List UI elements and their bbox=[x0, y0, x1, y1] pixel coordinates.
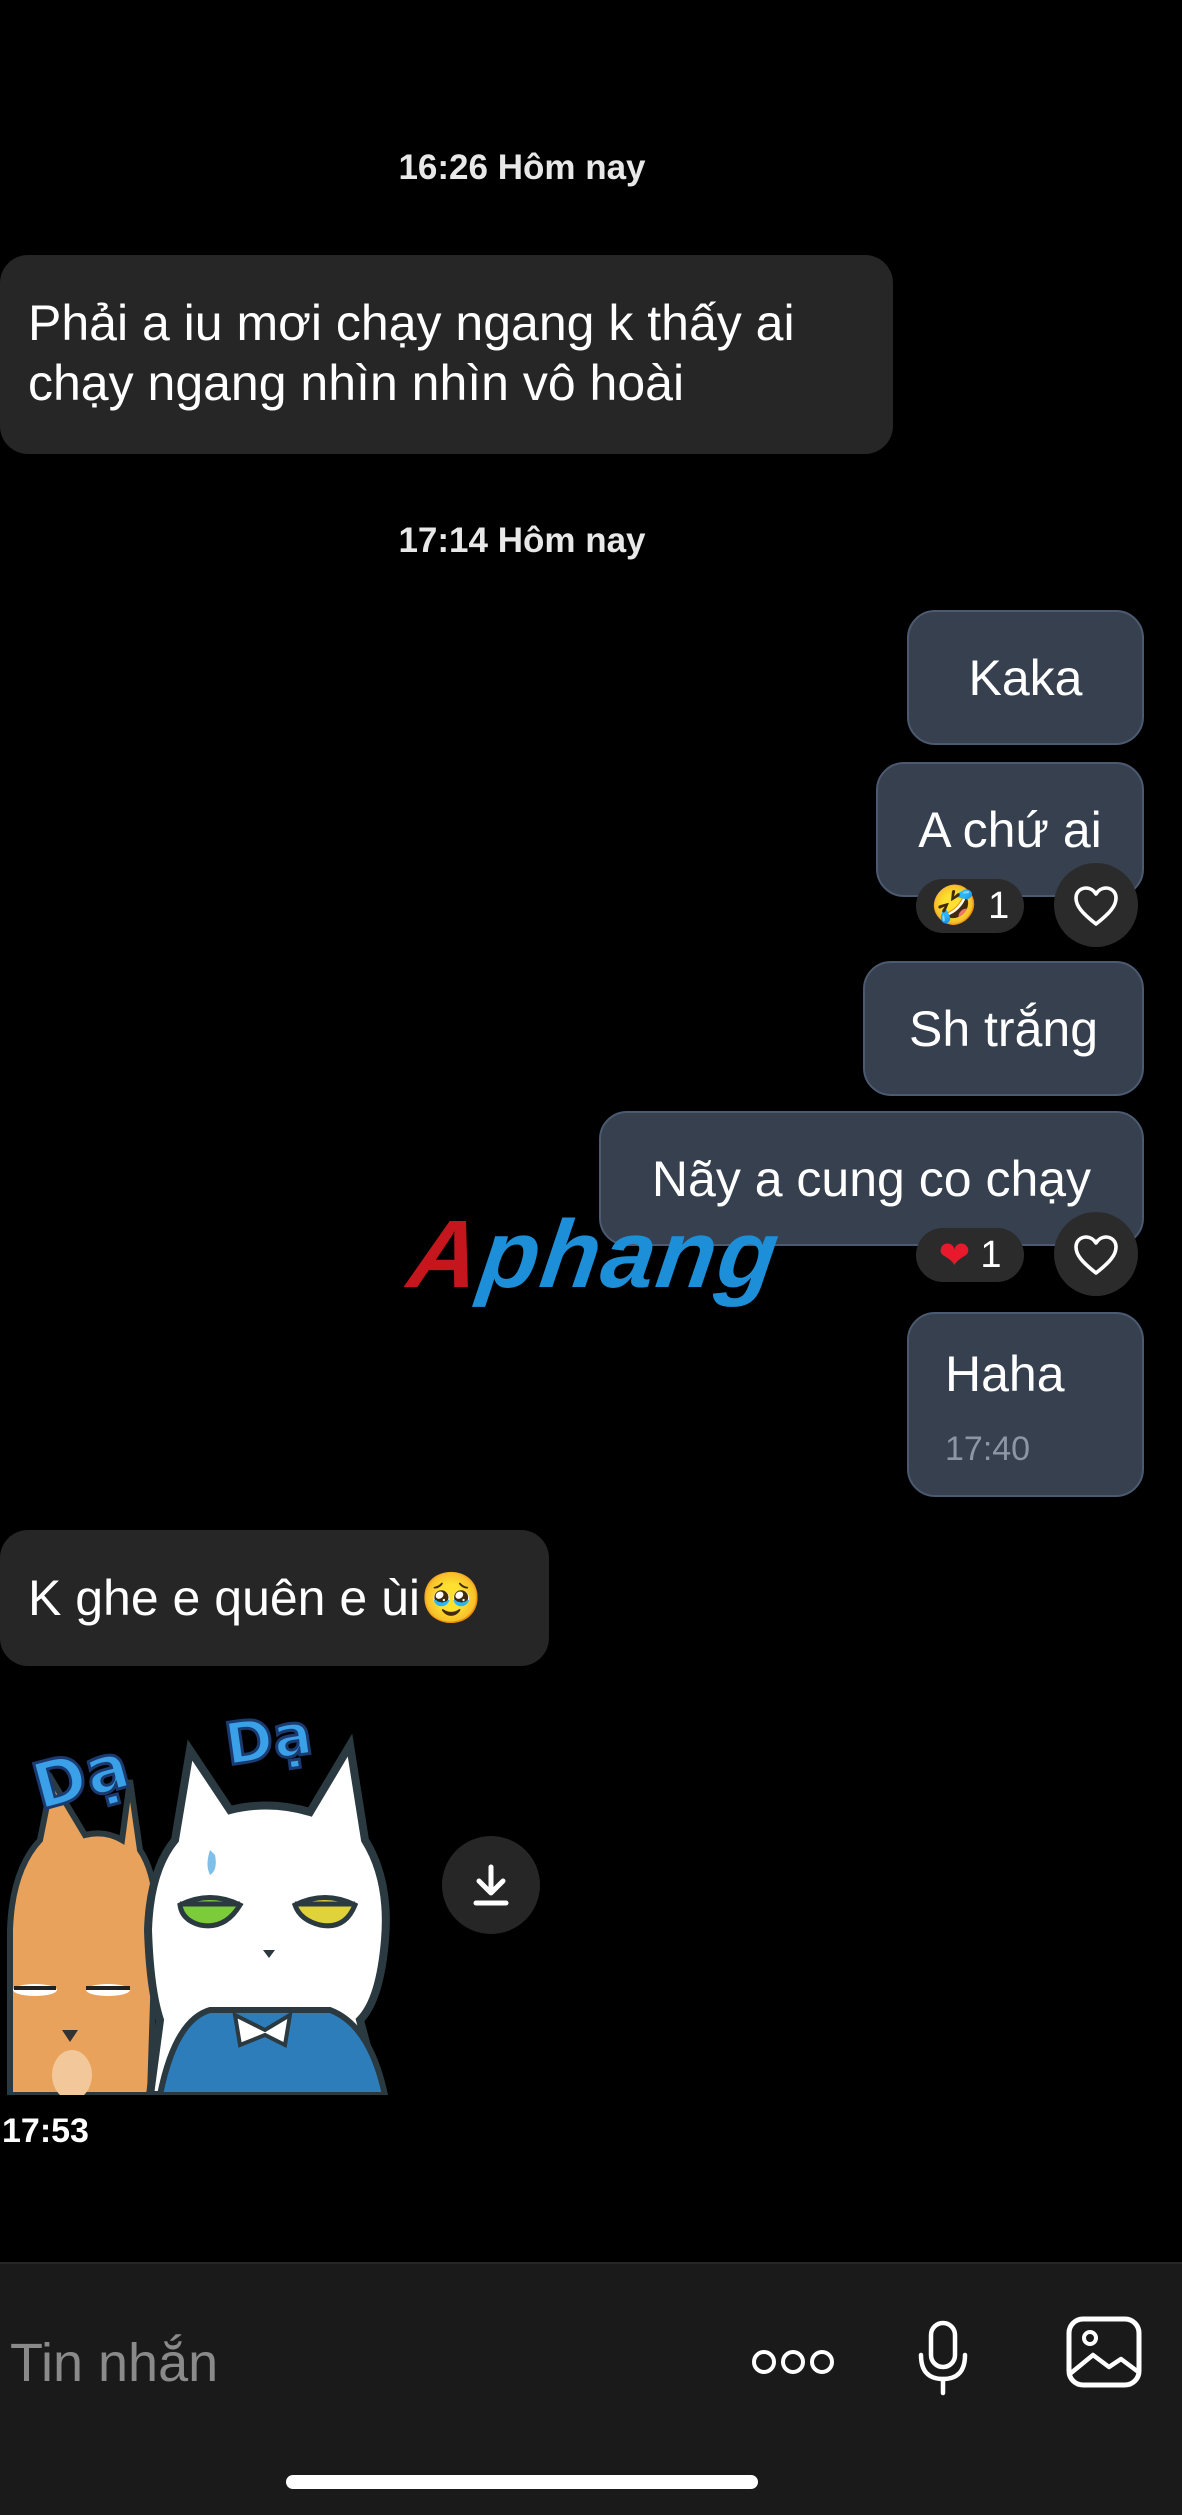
incoming-message[interactable]: K ghe e quên e ùi🥹 bbox=[0, 1530, 549, 1666]
watermark-logo: Aphang bbox=[402, 1201, 787, 1308]
like-button[interactable] bbox=[1054, 863, 1138, 947]
message-time: 17:40 bbox=[945, 1430, 1031, 1468]
sticker[interactable]: Dạ Dạ bbox=[0, 1690, 410, 2100]
timestamp-header: 17:14 Hôm nay bbox=[398, 521, 646, 560]
download-icon bbox=[473, 1864, 509, 1906]
message-text-line: Phải a iu mơi chạy ngang k thấy ai bbox=[28, 295, 795, 351]
incoming-message[interactable]: Phải a iu mơi chạy ngang k thấy ai chạy … bbox=[0, 255, 893, 454]
composer-bar: input[data-name="message-input"]::placeh… bbox=[0, 2262, 1182, 2515]
heart-outline-icon bbox=[1074, 1235, 1118, 1275]
outgoing-message[interactable]: Sh trắng bbox=[863, 961, 1144, 1096]
reaction-badge[interactable]: ❤ 1 bbox=[916, 1228, 1024, 1282]
like-button[interactable] bbox=[1054, 1212, 1138, 1296]
more-button[interactable] bbox=[746, 2332, 840, 2392]
message-input[interactable] bbox=[8, 2322, 672, 2404]
download-button[interactable] bbox=[442, 1836, 540, 1934]
timestamp-header: 16:26 Hôm nay bbox=[398, 148, 646, 187]
more-dots-icon bbox=[752, 2350, 834, 2374]
message-text: Kaka bbox=[968, 649, 1083, 706]
home-indicator bbox=[286, 2475, 758, 2489]
microphone-icon bbox=[918, 2320, 968, 2396]
message-text: K ghe e quên e ùi🥹 bbox=[28, 1570, 483, 1626]
cats-sticker-image: Dạ Dạ bbox=[7, 1698, 390, 2100]
message-text: Sh trắng bbox=[908, 1000, 1098, 1057]
sticker-lettering: Dạ bbox=[220, 1699, 316, 1778]
image-icon bbox=[1066, 2316, 1142, 2388]
gallery-button[interactable] bbox=[1062, 2310, 1146, 2394]
outgoing-message[interactable]: Kaka bbox=[907, 610, 1144, 745]
sticker-time: 17:53 bbox=[2, 2112, 89, 2150]
voice-button[interactable] bbox=[908, 2304, 978, 2414]
message-text: A chứ ai bbox=[918, 801, 1102, 858]
heart-outline-icon bbox=[1074, 886, 1118, 926]
reaction-badge[interactable]: 🤣 1 bbox=[916, 879, 1024, 933]
red-heart-emoji-icon: ❤ bbox=[938, 1234, 971, 1277]
sticker-lettering: Dạ bbox=[25, 1729, 137, 1825]
message-text: Haha bbox=[945, 1346, 1065, 1402]
outgoing-message[interactable]: Haha 17:40 bbox=[907, 1312, 1144, 1497]
laughing-emoji-icon: 🤣 bbox=[930, 885, 979, 927]
reaction-count: 1 bbox=[980, 1233, 1002, 1276]
reaction-count: 1 bbox=[988, 884, 1010, 927]
message-text-line: chạy ngang nhìn nhìn vô hoài bbox=[28, 355, 685, 411]
